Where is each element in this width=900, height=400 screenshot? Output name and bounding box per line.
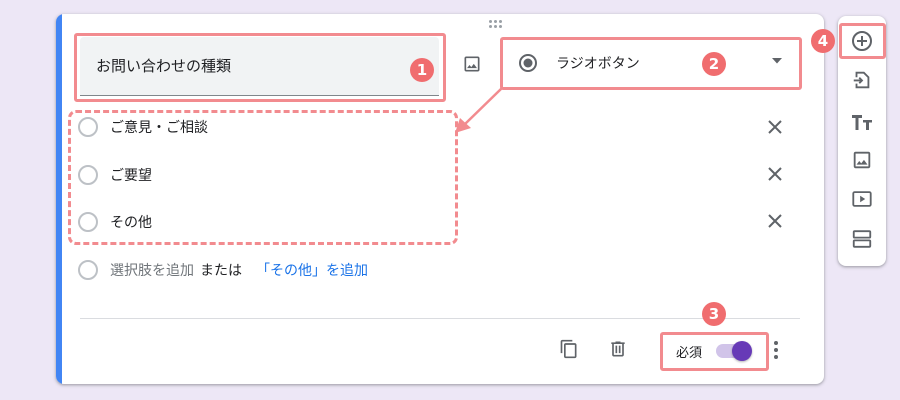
annotation-badge-3: 3	[702, 302, 726, 326]
import-icon	[853, 71, 870, 89]
trash-icon	[611, 341, 625, 357]
radio-unchecked-icon	[78, 165, 98, 185]
question-type-dropdown[interactable]: ラジオボタン	[508, 40, 796, 86]
duplicate-button[interactable]	[557, 336, 581, 362]
option-row-3[interactable]: その他	[78, 210, 152, 234]
remove-option-3-button[interactable]	[764, 210, 786, 232]
question-type-label: ラジオボタン	[556, 56, 640, 72]
remove-option-2-button[interactable]	[764, 163, 786, 185]
video-icon	[852, 191, 872, 207]
close-icon	[768, 167, 782, 181]
annotation-badge-1: 1	[410, 58, 434, 82]
add-title-button[interactable]	[849, 109, 875, 135]
or-text: または	[200, 263, 242, 279]
floating-toolbar	[838, 16, 886, 266]
card-accent-bar	[56, 14, 62, 384]
option-label[interactable]: ご意見・ご相談	[110, 117, 208, 137]
footer-divider	[80, 318, 800, 319]
add-image-tool-button[interactable]	[849, 147, 875, 173]
image-icon	[464, 56, 480, 72]
dropdown-arrow-icon	[772, 58, 782, 64]
add-video-button[interactable]	[849, 186, 875, 212]
annotation-badge-2: 2	[702, 52, 726, 76]
option-label[interactable]: ご要望	[110, 165, 152, 185]
add-section-button[interactable]	[849, 226, 875, 252]
drag-handle-icon[interactable]	[488, 20, 504, 30]
close-icon	[768, 214, 782, 228]
more-options-button[interactable]	[770, 338, 782, 362]
option-row-2[interactable]: ご要望	[78, 163, 152, 187]
add-circle-icon	[852, 31, 872, 51]
option-row-1[interactable]: ご意見・ご相談	[78, 115, 208, 139]
annotation-arrow	[455, 87, 503, 133]
radio-unchecked-icon	[78, 260, 98, 280]
annotation-badge-4: 4	[811, 29, 835, 53]
add-other-link[interactable]: 「その他」を追加	[256, 260, 368, 280]
question-title-input[interactable]: お問い合わせの種類	[80, 37, 439, 96]
required-toggle[interactable]	[714, 341, 752, 361]
radio-unchecked-icon	[78, 117, 98, 137]
image-icon	[853, 151, 871, 169]
copy-icon	[560, 339, 577, 359]
radio-checked-icon	[519, 54, 537, 72]
title-icon	[852, 115, 872, 130]
remove-option-1-button[interactable]	[764, 116, 786, 138]
radio-unchecked-icon	[78, 212, 98, 232]
add-question-button[interactable]	[849, 28, 875, 54]
close-icon	[768, 120, 782, 134]
add-option-link[interactable]: 選択肢を追加	[110, 260, 194, 280]
add-image-button[interactable]	[458, 50, 486, 78]
arrow-line	[463, 87, 503, 126]
add-option-row: 選択肢を追加 または 「その他」を追加	[78, 258, 368, 282]
toggle-thumb	[732, 341, 752, 361]
option-label[interactable]: その他	[110, 212, 152, 232]
section-icon	[852, 230, 872, 248]
delete-button[interactable]	[606, 336, 630, 362]
required-label: 必須	[676, 346, 703, 361]
import-questions-button[interactable]	[849, 67, 875, 93]
